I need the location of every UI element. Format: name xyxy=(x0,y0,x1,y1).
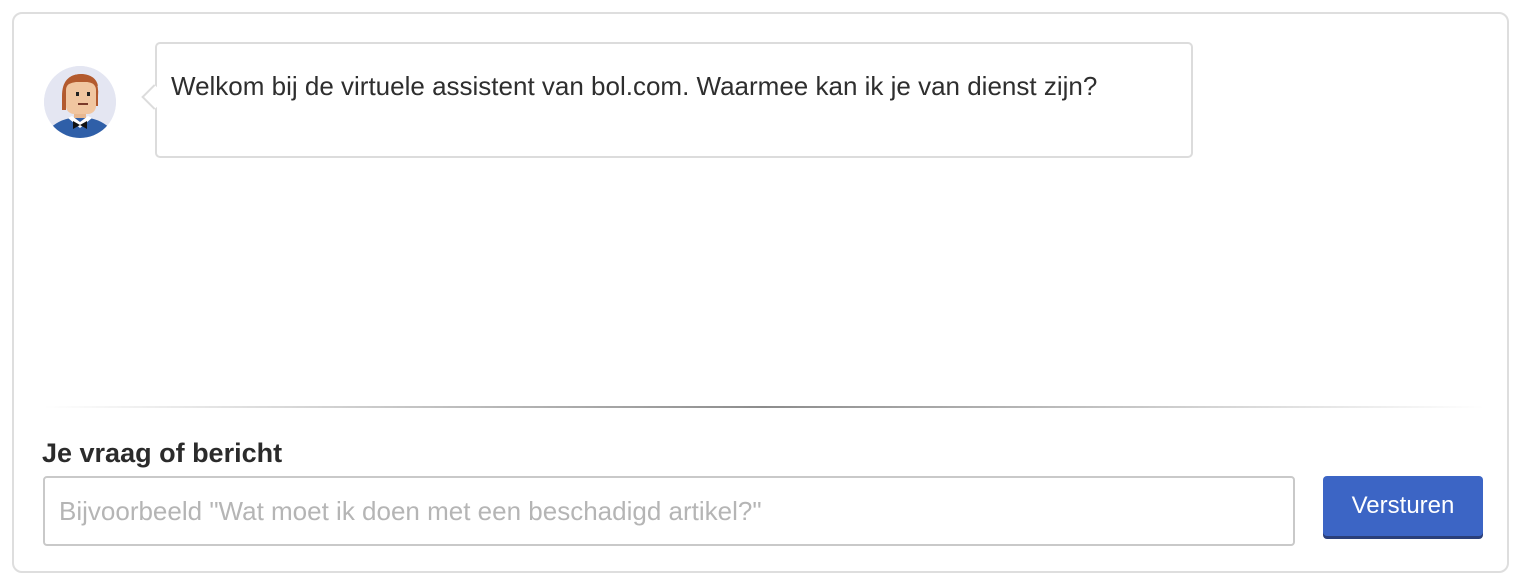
message-input[interactable] xyxy=(43,476,1295,546)
assistant-message-bubble: Welkom bij de virtuele assistent van bol… xyxy=(141,42,1193,158)
message-field-label: Je vraag of bericht xyxy=(42,438,283,468)
divider xyxy=(44,406,1484,408)
assistant-message-text: Welkom bij de virtuele assistent van bol… xyxy=(171,71,1098,101)
assistant-avatar-icon xyxy=(44,66,116,138)
chat-panel: Welkom bij de virtuele assistent van bol… xyxy=(12,12,1509,573)
send-button[interactable]: Versturen xyxy=(1323,476,1483,536)
